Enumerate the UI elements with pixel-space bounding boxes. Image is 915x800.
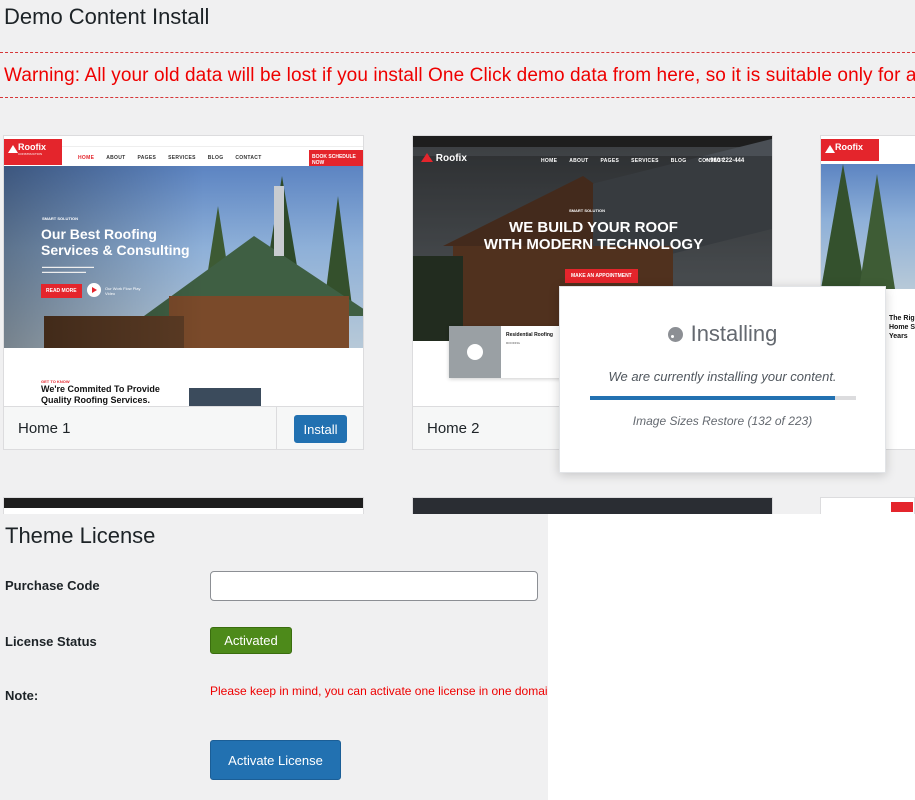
page-title: Demo Content Install [4, 4, 210, 29]
modal-title: Installing [560, 321, 885, 347]
activate-license-button[interactable]: Activate License [210, 740, 341, 780]
license-status-label: License Status [5, 634, 97, 649]
spinner-icon [667, 327, 683, 342]
demo-name: Home 2 [427, 420, 480, 437]
purchase-code-label: Purchase Code [5, 578, 100, 593]
license-note: Please keep in mind, you can activate on… [210, 684, 548, 698]
warning-notice: Warning: All your old data will be lost … [0, 52, 915, 98]
demo-card-row-2-a [3, 497, 364, 514]
demo-card-row-2-b [412, 497, 773, 514]
demo-name: Home 1 [18, 420, 71, 437]
demo-logo: Roofix [421, 153, 467, 164]
demo-logo: Roofix CONSTRUCTION [4, 139, 62, 165]
license-status-badge: Activated [210, 627, 292, 654]
theme-license-panel: Theme License Purchase Code License Stat… [0, 521, 548, 800]
warning-text: Warning: All your old data will be lost … [4, 65, 915, 86]
license-side-panel [548, 514, 915, 800]
install-button-home-1[interactable]: Install [294, 415, 347, 443]
modal-step-status: Image Sizes Restore (132 of 223) [632, 414, 813, 428]
purchase-code-input[interactable] [210, 571, 538, 601]
demo-nav: HOME ABOUT PAGES SERVICES BLOG CONTACT [78, 155, 262, 161]
demo-card-home-1: Roofix CONSTRUCTION HOME ABOUT PAGES SERVIC… [3, 135, 364, 450]
installing-modal: Installing We are currently installing y… [559, 286, 886, 473]
install-progress-bar [590, 396, 856, 400]
note-label: Note: [5, 688, 39, 703]
modal-subtitle: We are currently installing your content… [608, 369, 837, 384]
demo-thumbnail-home-1[interactable]: Roofix CONSTRUCTION HOME ABOUT PAGES SERVIC… [4, 136, 363, 406]
install-progress-fill [590, 396, 835, 400]
license-title: Theme License [5, 523, 156, 548]
demo-logo: Roofix [821, 139, 879, 161]
demo-card-row-2-c [820, 497, 915, 514]
